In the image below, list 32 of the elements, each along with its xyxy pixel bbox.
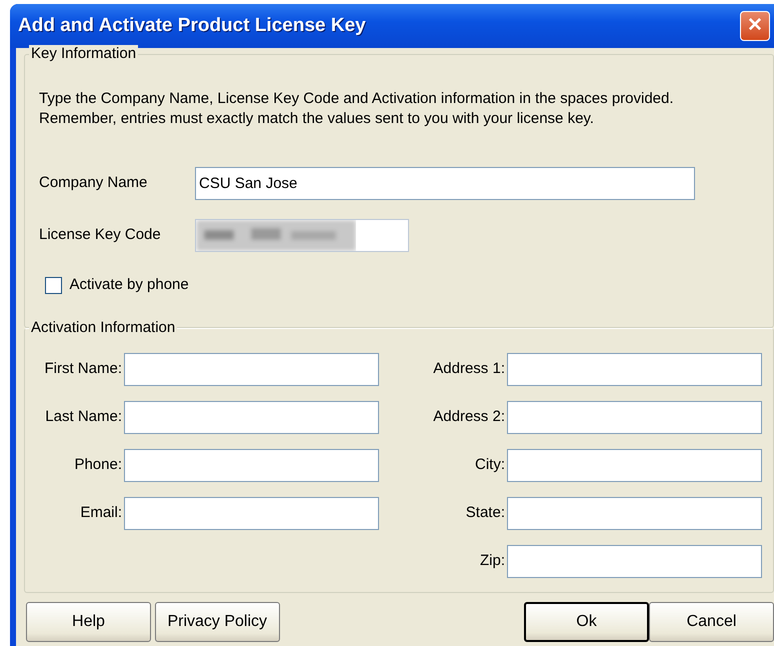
company-name-field[interactable]: CSU San Jose xyxy=(195,167,695,200)
text-field[interactable] xyxy=(124,497,379,530)
field-label: Zip: xyxy=(478,551,506,572)
text-field[interactable] xyxy=(507,497,762,530)
field-label: Phone: xyxy=(73,455,123,476)
text-field[interactable] xyxy=(507,545,762,578)
text-field[interactable] xyxy=(124,353,379,386)
group-legend: Key Information xyxy=(29,45,138,63)
field-label: Email: xyxy=(79,503,123,524)
dialog-button[interactable]: Privacy Policy xyxy=(154,602,280,642)
dialog-button[interactable]: Cancel xyxy=(649,602,774,642)
text-field[interactable] xyxy=(507,401,762,434)
text-field[interactable] xyxy=(507,449,762,482)
field-label: First Name: xyxy=(43,359,123,380)
license-key-field[interactable] xyxy=(195,219,409,252)
field-label: State: xyxy=(464,503,506,524)
text-field[interactable] xyxy=(507,353,762,386)
checkbox[interactable] xyxy=(45,276,62,294)
blurred-key-icon xyxy=(196,220,356,251)
dialog-button[interactable]: Ok xyxy=(524,602,649,642)
field-label: Address 1: xyxy=(432,359,506,380)
field-label: Last Name: xyxy=(44,407,123,428)
field-label: Address 2: xyxy=(432,407,506,428)
instructions-text: Type the Company Name, License Key Code and Activation information in the spaces provided. Remember, entries must exactly match the values sent to you with your license key. xyxy=(39,89,675,129)
window-title: Add and Activate Product License Key xyxy=(18,14,366,38)
field-label: Company Name xyxy=(39,173,148,194)
field-label: City: xyxy=(474,455,506,476)
text-field[interactable] xyxy=(124,449,379,482)
checkbox-label: Activate by phone xyxy=(70,275,189,295)
text-field[interactable] xyxy=(124,401,379,434)
field-label: License Key Code xyxy=(39,225,162,246)
dialog-button[interactable]: Help xyxy=(26,602,151,642)
